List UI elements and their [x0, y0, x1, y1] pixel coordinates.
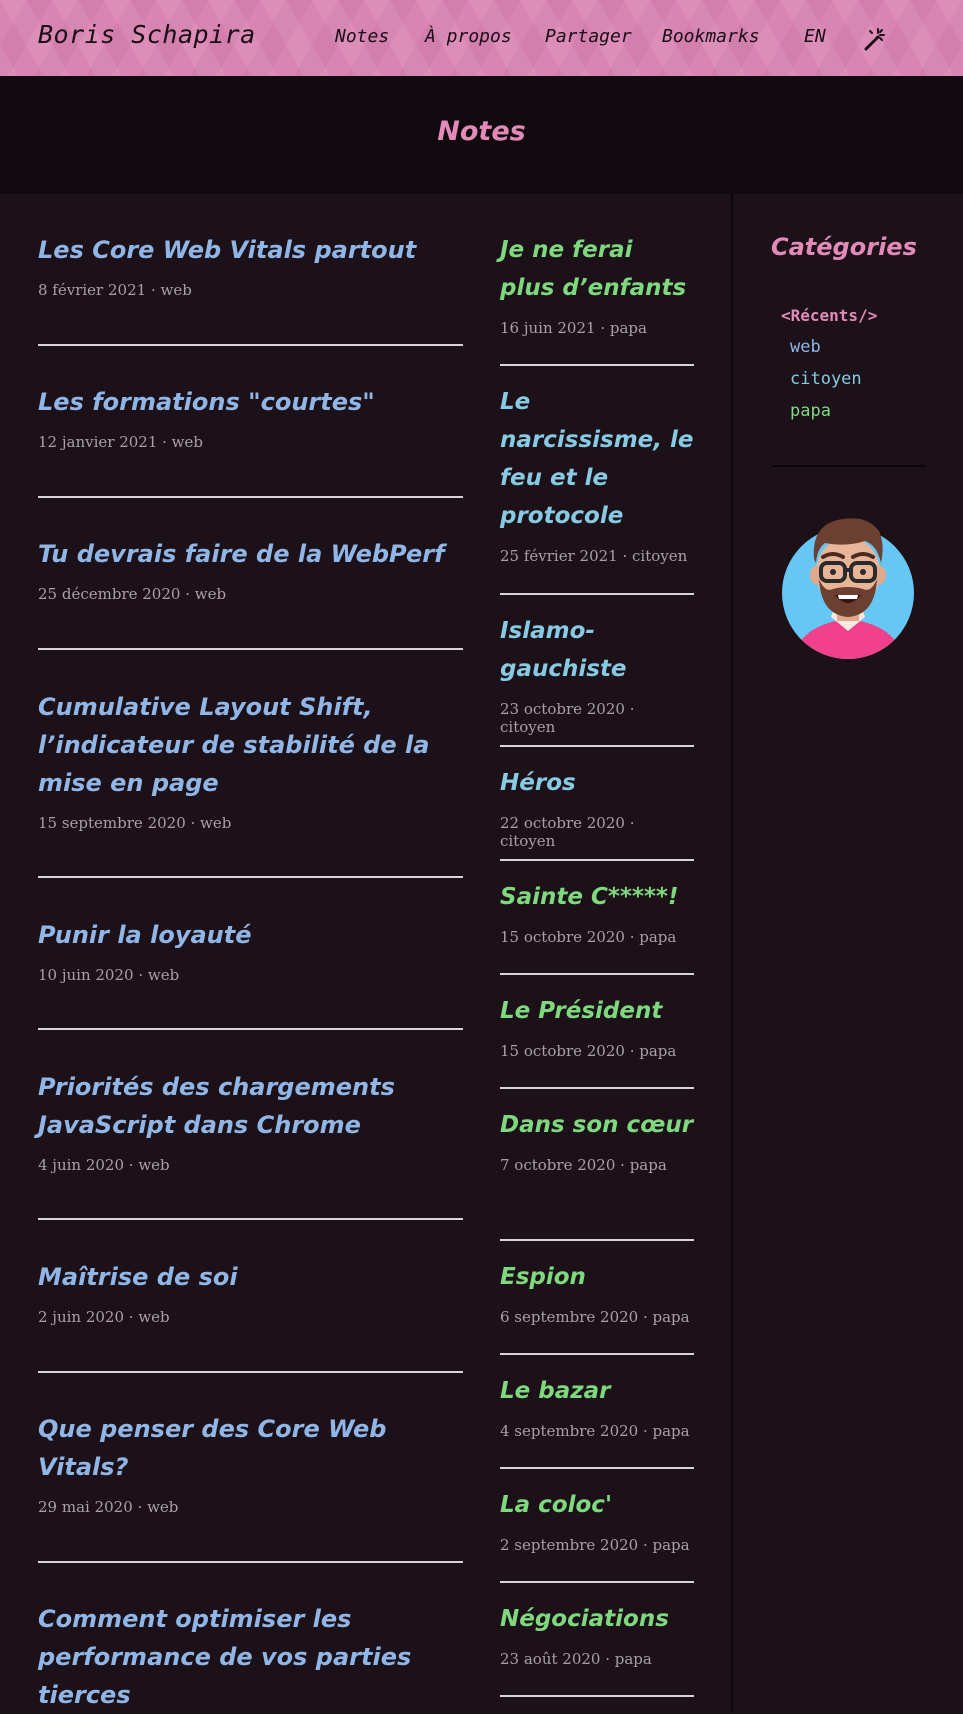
nav-item-bookmarks[interactable]: Bookmarks: [662, 26, 760, 47]
post-meta: 23 août 2020 · papa: [500, 1650, 652, 1668]
post-title-link[interactable]: Islamo-gauchiste: [500, 612, 694, 688]
avatar-illustration: [782, 518, 914, 659]
nav-item-notes[interactable]: Notes: [335, 26, 389, 47]
post-divider: [500, 1695, 694, 1697]
post-divider: [500, 593, 694, 595]
post-meta: 4 juin 2020 · web: [38, 1156, 170, 1174]
post-divider: [500, 859, 694, 861]
post-meta: 25 février 2021 · citoyen: [500, 547, 688, 565]
post-item: Islamo-gauchiste 23 octobre 2020 · citoy…: [500, 612, 694, 736]
post-divider: [38, 876, 463, 878]
nav-item-a-propos[interactable]: À propos: [425, 26, 512, 47]
post-divider: [38, 496, 463, 498]
page-title: Notes: [437, 116, 526, 147]
magic-wand-icon[interactable]: [862, 25, 888, 51]
post-meta: 16 juin 2021 · papa: [500, 319, 647, 337]
category-link-papa[interactable]: papa: [790, 401, 831, 421]
post-meta: 2 juin 2020 · web: [38, 1308, 170, 1326]
post-title-link[interactable]: Le narcissisme, le feu et le protocole: [500, 383, 694, 535]
post-meta: 23 octobre 2020 · citoyen: [500, 700, 635, 736]
post-meta: 6 septembre 2020 · papa: [500, 1308, 690, 1326]
post-item: Le bazar 4 septembre 2020 · papa: [500, 1372, 694, 1440]
post-meta: 12 janvier 2021 · web: [38, 433, 203, 451]
post-item: Punir la loyauté 10 juin 2020 · web: [38, 916, 463, 984]
post-meta: 25 décembre 2020 · web: [38, 585, 227, 603]
post-item: Je ne ferai plus d’enfants 16 juin 2021 …: [500, 231, 694, 337]
nav-item-language-en[interactable]: EN: [804, 26, 826, 47]
post-meta: 8 février 2021 · web: [38, 281, 192, 299]
sidebar-divider-line: [771, 465, 926, 467]
category-link-citoyen[interactable]: citoyen: [790, 369, 862, 389]
nav-item-partager[interactable]: Partager: [545, 26, 632, 47]
post-item: Tu devrais faire de la WebPerf 25 décemb…: [38, 535, 463, 603]
post-divider: [500, 1239, 694, 1241]
post-divider: [500, 1353, 694, 1355]
post-meta: 15 octobre 2020 · papa: [500, 1042, 677, 1060]
categories-title: Catégories: [771, 233, 917, 261]
category-link-web[interactable]: web: [790, 337, 821, 357]
post-meta: 10 juin 2020 · web: [38, 966, 180, 984]
post-title-link[interactable]: Punir la loyauté: [38, 916, 463, 954]
post-divider: [38, 1371, 463, 1373]
site-header: Boris Schapira Notes À propos Partager B…: [0, 0, 963, 76]
post-title-link[interactable]: La coloc': [500, 1486, 694, 1524]
post-divider: [500, 973, 694, 975]
post-title-link[interactable]: Comment optimiser les performance de vos…: [38, 1600, 463, 1714]
post-item: Sainte C*****! 15 octobre 2020 · papa: [500, 878, 694, 946]
post-meta: 29 mai 2020 · web: [38, 1498, 179, 1516]
post-title-link[interactable]: Dans son cœur: [500, 1106, 694, 1144]
post-title-link[interactable]: Que penser des Core Web Vitals?: [38, 1410, 463, 1486]
post-title-link[interactable]: Maîtrise de soi: [38, 1258, 463, 1296]
post-item: Les Core Web Vitals partout 8 février 20…: [38, 231, 463, 299]
post-item: La coloc' 2 septembre 2020 · papa: [500, 1486, 694, 1554]
post-divider: [38, 1561, 463, 1563]
post-item: Maîtrise de soi 2 juin 2020 · web: [38, 1258, 463, 1326]
post-item: Le narcissisme, le feu et le protocole 2…: [500, 383, 694, 565]
post-item: Négociations 23 août 2020 · papa: [500, 1600, 694, 1668]
post-divider: [38, 344, 463, 346]
post-divider: [500, 1581, 694, 1583]
category-link-recents[interactable]: <Récents/>: [781, 306, 877, 325]
post-title-link[interactable]: Le bazar: [500, 1372, 694, 1410]
post-meta: 15 septembre 2020 · web: [38, 814, 232, 832]
post-divider: [38, 1218, 463, 1220]
post-meta: 7 octobre 2020 · papa: [500, 1156, 667, 1174]
post-meta: 22 octobre 2020 · citoyen: [500, 814, 635, 850]
post-divider: [500, 364, 694, 366]
post-divider: [500, 1087, 694, 1089]
sidebar-divider: [731, 194, 733, 1712]
post-item: Le Président 15 octobre 2020 · papa: [500, 992, 694, 1060]
post-title-link[interactable]: Priorités des chargements JavaScript dan…: [38, 1068, 463, 1144]
post-item: Dans son cœur 7 octobre 2020 · papa: [500, 1106, 694, 1174]
post-item: Espion 6 septembre 2020 · papa: [500, 1258, 694, 1326]
post-title-link[interactable]: Le Président: [500, 992, 694, 1030]
post-item: Comment optimiser les performance de vos…: [38, 1600, 463, 1714]
post-divider: [38, 648, 463, 650]
post-meta: 15 octobre 2020 · papa: [500, 928, 677, 946]
post-title-link[interactable]: Les formations "courtes": [38, 383, 463, 421]
post-meta: 4 septembre 2020 · papa: [500, 1422, 690, 1440]
site-brand-link[interactable]: Boris Schapira: [38, 20, 256, 49]
post-title-link[interactable]: Héros: [500, 764, 694, 802]
post-meta: 2 septembre 2020 · papa: [500, 1536, 690, 1554]
post-item: Cumulative Layout Shift, l’indicateur de…: [38, 688, 463, 832]
post-title-link[interactable]: Je ne ferai plus d’enfants: [500, 231, 694, 307]
post-divider: [38, 1028, 463, 1030]
post-item: Priorités des chargements JavaScript dan…: [38, 1068, 463, 1174]
post-divider: [500, 1467, 694, 1469]
post-title-link[interactable]: Tu devrais faire de la WebPerf: [38, 535, 463, 573]
post-item: Que penser des Core Web Vitals? 29 mai 2…: [38, 1410, 463, 1516]
page-hero: Notes: [0, 76, 963, 194]
post-divider: [500, 745, 694, 747]
post-title-link[interactable]: Espion: [500, 1258, 694, 1296]
post-title-link[interactable]: Les Core Web Vitals partout: [38, 231, 463, 269]
post-title-link[interactable]: Sainte C*****!: [500, 878, 694, 916]
post-item: Les formations "courtes" 12 janvier 2021…: [38, 383, 463, 451]
post-title-link[interactable]: Négociations: [500, 1600, 694, 1638]
post-item: Héros 22 octobre 2020 · citoyen: [500, 764, 694, 850]
post-title-link[interactable]: Cumulative Layout Shift, l’indicateur de…: [38, 688, 463, 802]
